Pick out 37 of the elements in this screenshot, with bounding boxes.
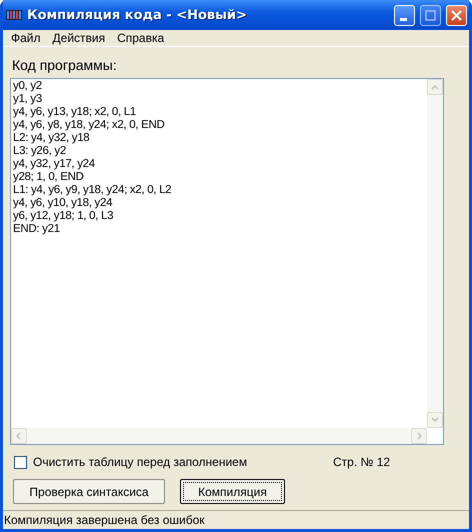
- code-line: y4, y6, y13, y18; x2, 0, L1: [13, 106, 137, 119]
- menu-item[interactable]: Справка: [111, 31, 170, 45]
- code-line: L2: y4, y32, y18: [13, 132, 90, 145]
- code-editor[interactable]: [10, 78, 444, 445]
- checkbox-label: Очистить таблицу перед заполнением: [33, 455, 248, 469]
- minimize-icon: [400, 18, 406, 20]
- close-button[interactable]: [446, 4, 467, 26]
- scroll-right-icon[interactable]: [411, 428, 427, 444]
- code-line: y28; 1, 0, END: [13, 171, 85, 184]
- maximize-button[interactable]: [420, 4, 441, 26]
- maximize-icon: [425, 10, 436, 20]
- code-line: L3: y26, y2: [13, 145, 67, 158]
- code-line: y1, y3: [13, 93, 43, 106]
- code-line: y4, y6, y8, y18, y24; x2, 0, END: [13, 119, 166, 132]
- editor-label: Код программы:: [12, 57, 118, 73]
- code-line: END: y21: [13, 223, 61, 236]
- status-bar: Компиляция завершена без ошибок: [3, 510, 469, 529]
- code-line: y4, y6, y10, y18, y24: [13, 197, 114, 210]
- window-title: Компиляция кода - <Новый>: [27, 8, 248, 22]
- close-icon: [451, 10, 462, 20]
- line-count: Стр. № 12: [333, 455, 390, 469]
- app-icon: [6, 8, 22, 22]
- scroll-left-icon[interactable]: [11, 428, 27, 444]
- vertical-scrollbar[interactable]: [427, 79, 443, 428]
- code-line: y4, y32, y17, y24: [13, 158, 96, 171]
- scroll-down-icon[interactable]: [427, 412, 443, 428]
- checkbox[interactable]: [14, 456, 27, 468]
- scroll-up-icon[interactable]: [427, 79, 443, 95]
- menu-item[interactable]: Файл: [5, 31, 47, 45]
- minimize-button[interactable]: [394, 4, 415, 26]
- code-line: y6, y12, y18; 1, 0, L3: [13, 210, 114, 223]
- menu-item[interactable]: Действия: [46, 31, 112, 45]
- code-line: y0, y2: [13, 80, 43, 93]
- action-button[interactable]: Проверка синтаксиса: [13, 479, 165, 504]
- horizontal-scrollbar[interactable]: [11, 428, 427, 444]
- code-line: L1: y4, y6, y9, y18, y24; x2, 0, L2: [13, 184, 172, 197]
- action-button[interactable]: Компиляция: [180, 479, 285, 504]
